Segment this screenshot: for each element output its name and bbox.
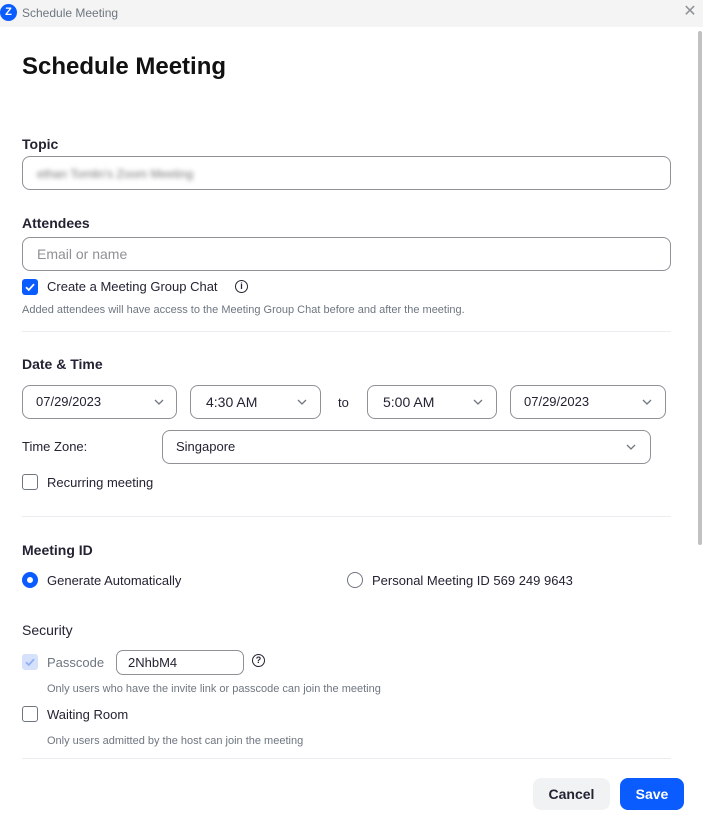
passcode-value: 2NhbM4 <box>128 655 178 670</box>
to-label: to <box>338 395 349 410</box>
window-title: Schedule Meeting <box>22 6 119 20</box>
radio-generate-automatically[interactable] <box>22 572 38 588</box>
passcode-checkbox <box>22 654 38 670</box>
group-chat-label: Create a Meeting Group Chat <box>47 279 218 294</box>
topic-input[interactable]: ethan Tomlin's Zoom Meeting <box>22 156 671 190</box>
attendees-placeholder: Email or name <box>37 246 128 262</box>
generate-automatically-label: Generate Automatically <box>47 573 182 588</box>
waiting-room-hint: Only users admitted by the host can join… <box>47 735 304 747</box>
group-chat-checkbox[interactable] <box>22 279 38 295</box>
chevron-down-icon <box>626 444 636 450</box>
zoom-logo-icon: Z <box>0 4 17 21</box>
end-date-select[interactable]: 07/29/2023 <box>510 385 666 419</box>
radio-personal-meeting-id[interactable] <box>347 572 363 588</box>
help-icon[interactable]: ? <box>252 654 265 667</box>
end-date-value: 07/29/2023 <box>524 394 590 409</box>
attendees-label: Attendees <box>22 215 90 231</box>
timezone-value: Singapore <box>176 439 236 454</box>
meeting-id-label: Meeting ID <box>22 542 93 558</box>
chevron-down-icon <box>473 399 483 405</box>
start-date-select[interactable]: 07/29/2023 <box>22 385 177 419</box>
timezone-select[interactable]: Singapore <box>162 430 651 464</box>
waiting-room-checkbox[interactable] <box>22 706 38 722</box>
save-button[interactable]: Save <box>620 778 684 810</box>
timezone-label: Time Zone: <box>22 439 88 454</box>
end-time-select[interactable]: 5:00 AM <box>367 385 497 419</box>
close-icon[interactable]: ✕ <box>682 3 698 21</box>
recurring-checkbox[interactable] <box>22 474 38 490</box>
personal-meeting-id-label: Personal Meeting ID 569 249 9643 <box>372 573 573 588</box>
topic-value: ethan Tomlin's Zoom Meeting <box>37 167 194 181</box>
attendees-input[interactable]: Email or name <box>22 237 671 271</box>
check-icon <box>25 283 35 292</box>
cancel-button[interactable]: Cancel <box>533 778 610 810</box>
info-icon[interactable]: i <box>235 280 248 293</box>
end-time-value: 5:00 AM <box>383 394 435 410</box>
title-bar: Z Schedule Meeting ✕ <box>0 0 703 27</box>
scrollbar-thumb[interactable] <box>698 31 702 545</box>
divider <box>22 516 671 517</box>
divider <box>22 331 671 332</box>
chevron-down-icon <box>154 399 164 405</box>
check-icon <box>25 658 35 667</box>
passcode-input[interactable]: 2NhbM4 <box>116 650 244 675</box>
start-time-value: 4:30 AM <box>206 394 258 410</box>
start-date-value: 07/29/2023 <box>36 394 102 409</box>
security-label: Security <box>22 622 73 638</box>
recurring-label: Recurring meeting <box>47 475 154 490</box>
waiting-room-label: Waiting Room <box>47 707 129 722</box>
start-time-select[interactable]: 4:30 AM <box>190 385 321 419</box>
divider <box>22 758 671 759</box>
datetime-label: Date & Time <box>22 356 103 372</box>
group-chat-hint: Added attendees will have access to the … <box>22 304 465 316</box>
passcode-hint: Only users who have the invite link or p… <box>47 683 381 695</box>
page-title: Schedule Meeting <box>22 53 227 80</box>
passcode-label: Passcode <box>47 655 105 670</box>
chevron-down-icon <box>297 399 307 405</box>
chevron-down-icon <box>642 399 652 405</box>
topic-label: Topic <box>22 136 59 152</box>
